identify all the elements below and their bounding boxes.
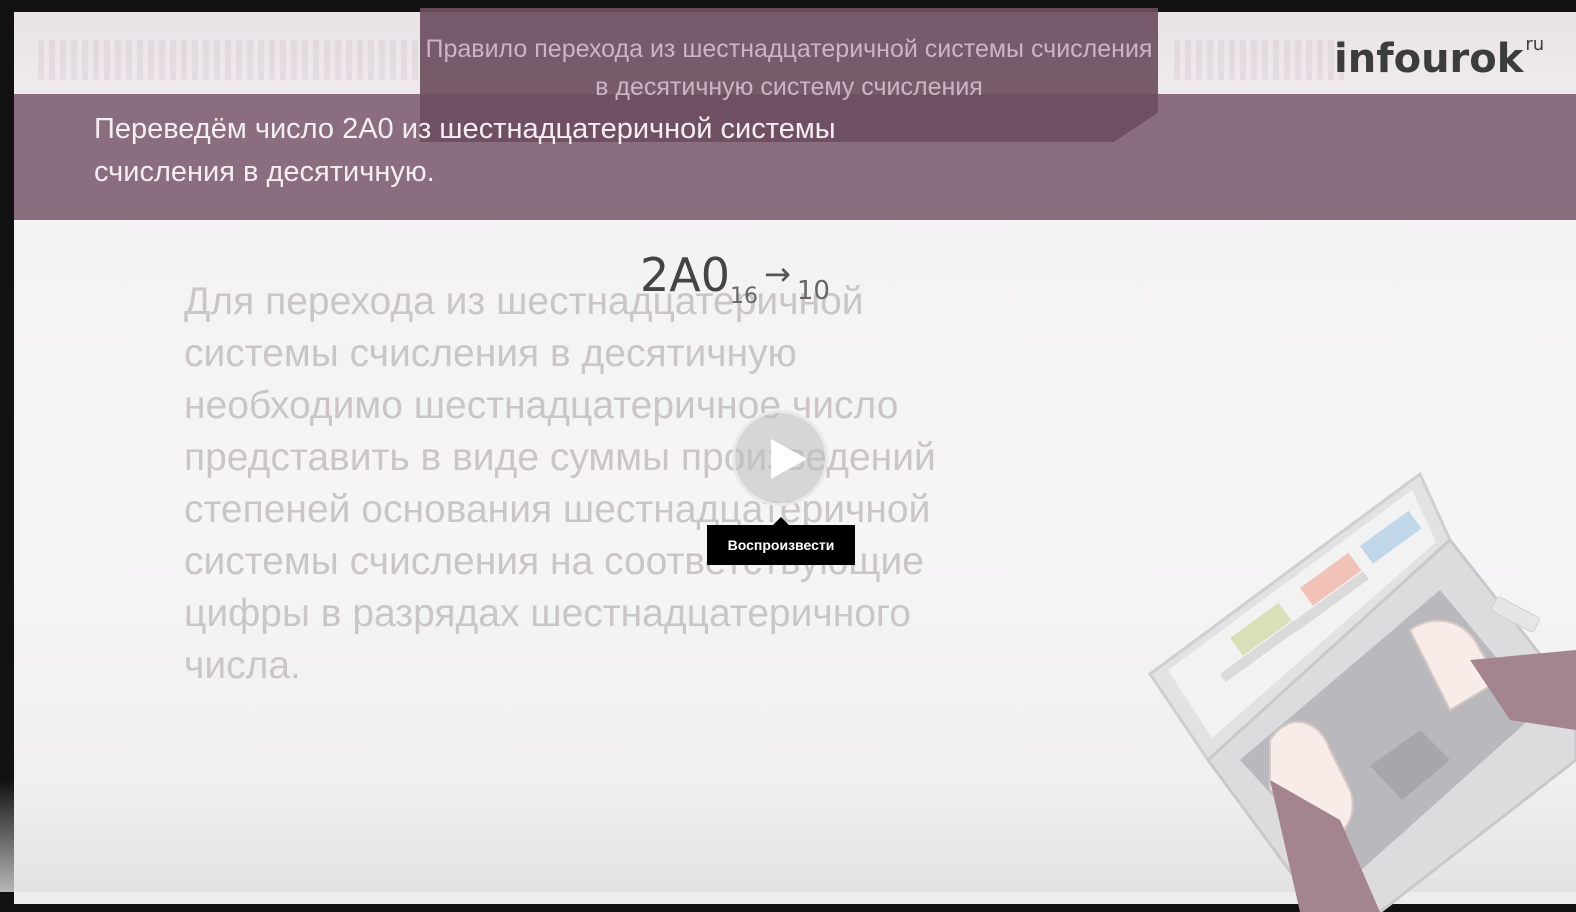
formula-to-base: 10	[796, 276, 830, 306]
rule-description: Для перехода из шестнадцатеричной систем…	[184, 280, 936, 687]
faded-background-text	[1174, 40, 1344, 80]
faded-background-text	[38, 40, 438, 80]
band-text: Переведём число 2A0 из шестнадцатеричной…	[94, 113, 836, 188]
formula-from-base: 16	[730, 284, 759, 309]
infourok-logo: infourok ru	[1334, 34, 1544, 82]
laptop-illustration	[1147, 471, 1576, 912]
formula-arrow: →	[764, 255, 791, 293]
logo-superscript: ru	[1525, 34, 1545, 55]
conversion-formula: 2A016→ 10	[640, 248, 830, 309]
slide-title: Правило перехода из шестнадцатеричной си…	[425, 35, 1153, 101]
logo-text: infourok	[1334, 36, 1524, 82]
play-button[interactable]	[732, 410, 828, 506]
play-tooltip: Воспроизвести	[707, 517, 855, 565]
play-icon	[771, 439, 807, 479]
formula-number: 2A0	[640, 248, 731, 302]
